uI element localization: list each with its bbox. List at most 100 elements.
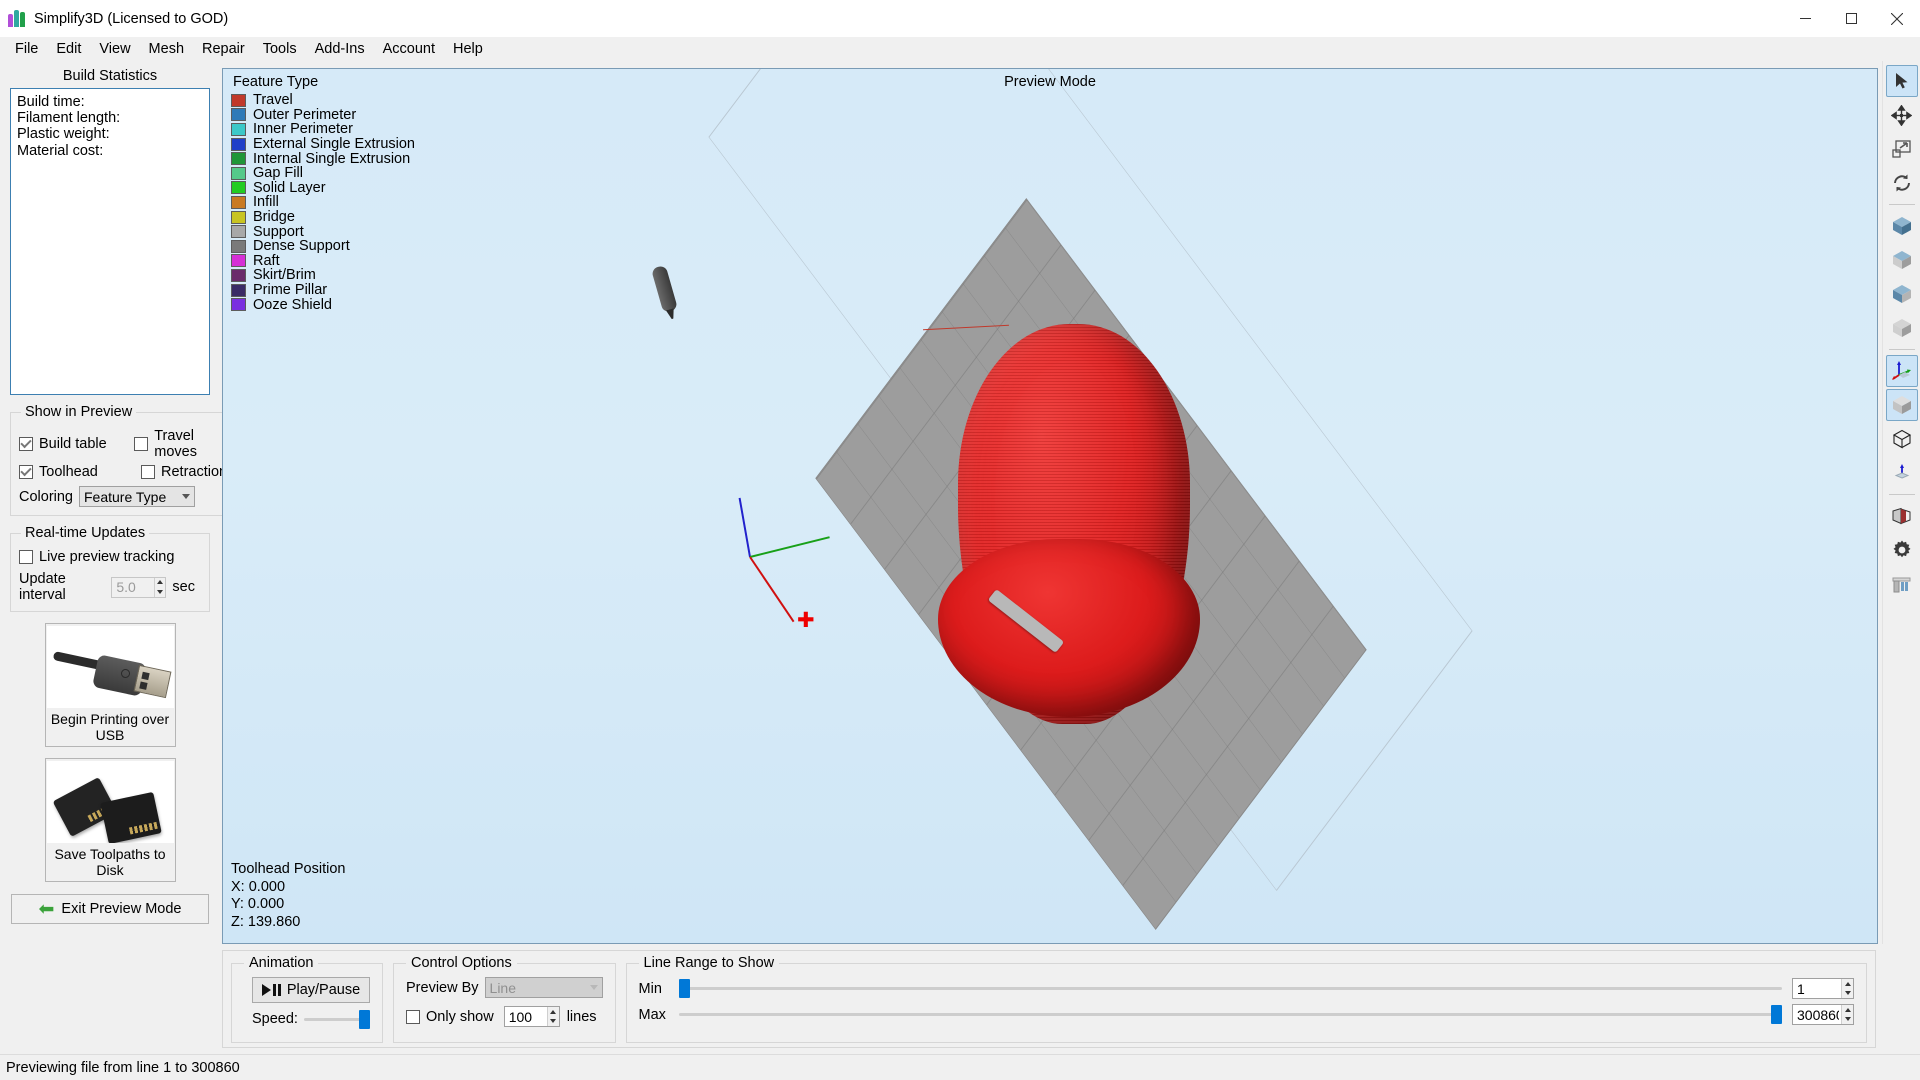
speed-label: Speed: <box>252 1011 298 1027</box>
preview-by-dropdown[interactable]: Line <box>485 977 603 998</box>
legend-item-label: Infill <box>253 194 279 210</box>
spinner-up-icon[interactable] <box>1842 1005 1853 1015</box>
legend-item-label: Inner Perimeter <box>253 121 353 137</box>
minimize-icon[interactable] <box>1782 0 1828 37</box>
spinner-up-icon[interactable] <box>1842 979 1853 989</box>
min-slider[interactable] <box>679 981 1782 997</box>
min-spin-buttons[interactable] <box>1841 979 1853 998</box>
coloring-label: Coloring <box>19 489 73 505</box>
min-slider-thumb[interactable] <box>679 979 690 998</box>
menu-item-tools[interactable]: Tools <box>254 39 306 59</box>
play-pause-button[interactable]: Play/Pause <box>252 977 370 1003</box>
spinner-up-icon[interactable] <box>548 1007 559 1017</box>
scale-icon[interactable] <box>1886 133 1918 165</box>
min-spinner[interactable] <box>1792 978 1854 999</box>
z-axis-icon[interactable] <box>1886 457 1918 489</box>
3d-viewport[interactable]: ✚ Feature Type TravelOuter PerimeterInne… <box>222 68 1878 944</box>
play-pause-label: Play/Pause <box>287 982 360 998</box>
menu-item-help[interactable]: Help <box>444 39 492 59</box>
chevron-down-icon <box>182 494 190 499</box>
close-icon[interactable] <box>1874 0 1920 37</box>
only-show-spinner[interactable] <box>504 1006 560 1027</box>
max-input[interactable] <box>1793 1005 1841 1024</box>
view-left-icon[interactable] <box>1886 278 1918 310</box>
toolhead-position-x: X: 0.000 <box>231 879 345 897</box>
build-table-checkbox[interactable] <box>19 437 33 451</box>
update-interval-spinner[interactable] <box>111 577 166 598</box>
machine-icon[interactable] <box>1886 568 1918 600</box>
min-label: Min <box>639 981 669 997</box>
view-right-icon[interactable] <box>1886 312 1918 344</box>
menu-item-account[interactable]: Account <box>374 39 444 59</box>
max-spin-buttons[interactable] <box>1841 1005 1853 1024</box>
spinner-up-icon[interactable] <box>155 578 166 588</box>
exit-preview-mode-button[interactable]: ⬅ Exit Preview Mode <box>11 894 209 924</box>
move-icon[interactable] <box>1886 99 1918 131</box>
coloring-row: Coloring Feature Type <box>19 486 244 507</box>
begin-printing-over-usb-button[interactable]: Begin Printing over USB <box>45 623 176 747</box>
axis-origin-icon[interactable] <box>1886 355 1918 387</box>
save-toolpaths-to-disk-button[interactable]: Save Toolpaths to Disk <box>45 758 176 882</box>
legend-item: Gap Fill <box>231 166 415 181</box>
gear-icon[interactable] <box>1886 534 1918 566</box>
legend-color-swatch <box>231 152 246 165</box>
live-preview-tracking-checkbox[interactable] <box>19 550 33 564</box>
status-text: Previewing file from line 1 to 300860 <box>6 1060 240 1076</box>
toolbar-separator-2 <box>1889 349 1915 350</box>
legend-item-label: Travel <box>253 92 293 108</box>
only-show-input[interactable] <box>505 1007 547 1026</box>
cross-section-icon[interactable] <box>1886 500 1918 532</box>
only-show-label: Only show <box>426 1009 494 1025</box>
spinner-down-icon[interactable] <box>1842 989 1853 999</box>
legend-item-label: Gap Fill <box>253 165 303 181</box>
only-show-spin-buttons[interactable] <box>547 1007 559 1026</box>
legend-item: Ooze Shield <box>231 297 415 312</box>
legend-item: External Single Extrusion <box>231 137 415 152</box>
spinner-down-icon[interactable] <box>1842 1015 1853 1025</box>
speed-slider[interactable] <box>304 1011 370 1027</box>
spinner-down-icon[interactable] <box>548 1017 559 1027</box>
spinner-down-icon[interactable] <box>155 587 166 597</box>
build-statistics-title: Build Statistics <box>10 68 210 84</box>
menu-bar: File Edit View Mesh Repair Tools Add-Ins… <box>0 37 1920 61</box>
left-panel: Build Statistics Build time: Filament le… <box>0 61 220 944</box>
travel-moves-checkbox[interactable] <box>134 437 148 451</box>
wireframe-icon[interactable] <box>1886 423 1918 455</box>
realtime-updates-group: Real-time Updates Live preview tracking … <box>10 525 210 612</box>
window-title: Simplify3D (Licensed to GOD) <box>34 11 228 27</box>
legend-item: Infill <box>231 195 415 210</box>
max-slider[interactable] <box>679 1007 1782 1023</box>
max-spinner[interactable] <box>1792 1004 1854 1025</box>
only-show-checkbox[interactable] <box>406 1010 420 1024</box>
rotate-icon[interactable] <box>1886 167 1918 199</box>
axis-origin-marker: ✚ <box>715 484 825 634</box>
menu-item-view[interactable]: View <box>90 39 139 59</box>
menu-item-file[interactable]: File <box>6 39 47 59</box>
menu-item-addins[interactable]: Add-Ins <box>306 39 374 59</box>
coloring-dropdown[interactable]: Feature Type <box>79 486 195 507</box>
legend-color-swatch <box>231 138 246 151</box>
min-slider-track <box>679 987 1782 990</box>
update-interval-spin-buttons[interactable] <box>154 578 166 597</box>
view-front-icon[interactable] <box>1886 210 1918 242</box>
toolhead-checkbox[interactable] <box>19 465 33 479</box>
speed-slider-thumb[interactable] <box>359 1010 370 1029</box>
maximize-icon[interactable] <box>1828 0 1874 37</box>
window-controls <box>1782 0 1920 37</box>
menu-item-repair[interactable]: Repair <box>193 39 254 59</box>
coloring-value: Feature Type <box>84 489 166 505</box>
show-in-preview-row-1: Build table Travel moves <box>19 428 244 460</box>
toolbar-separator <box>1889 204 1915 205</box>
max-slider-thumb[interactable] <box>1771 1005 1782 1024</box>
retractions-checkbox[interactable] <box>141 465 155 479</box>
usb-cable-icon <box>47 626 174 708</box>
menu-item-mesh[interactable]: Mesh <box>140 39 193 59</box>
view-back-icon[interactable] <box>1886 244 1918 276</box>
view-isometric-icon[interactable] <box>1886 389 1918 421</box>
update-interval-input[interactable] <box>112 578 154 597</box>
menu-item-edit[interactable]: Edit <box>47 39 90 59</box>
max-slider-track <box>679 1013 1782 1016</box>
preview-mode-label: Preview Mode <box>1004 74 1096 90</box>
cursor-select-icon[interactable] <box>1886 65 1918 97</box>
min-input[interactable] <box>1793 979 1841 998</box>
